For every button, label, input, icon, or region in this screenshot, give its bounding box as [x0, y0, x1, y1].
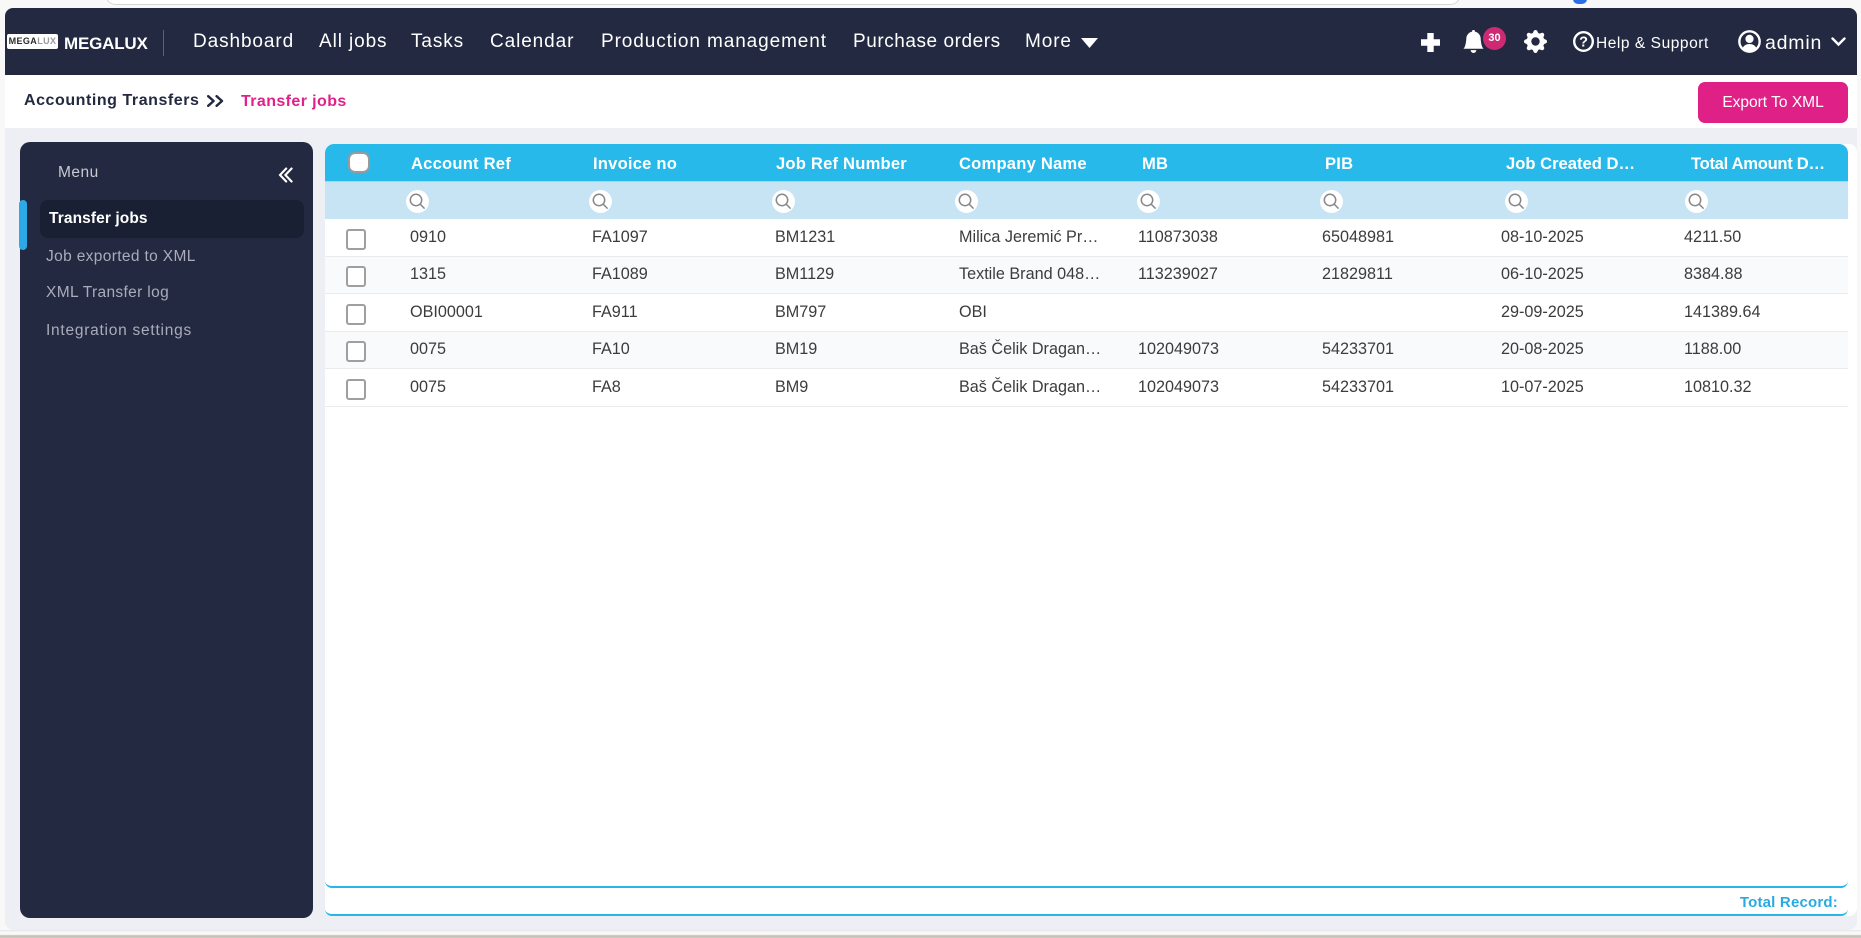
svg-text:?: ?: [1579, 35, 1588, 51]
